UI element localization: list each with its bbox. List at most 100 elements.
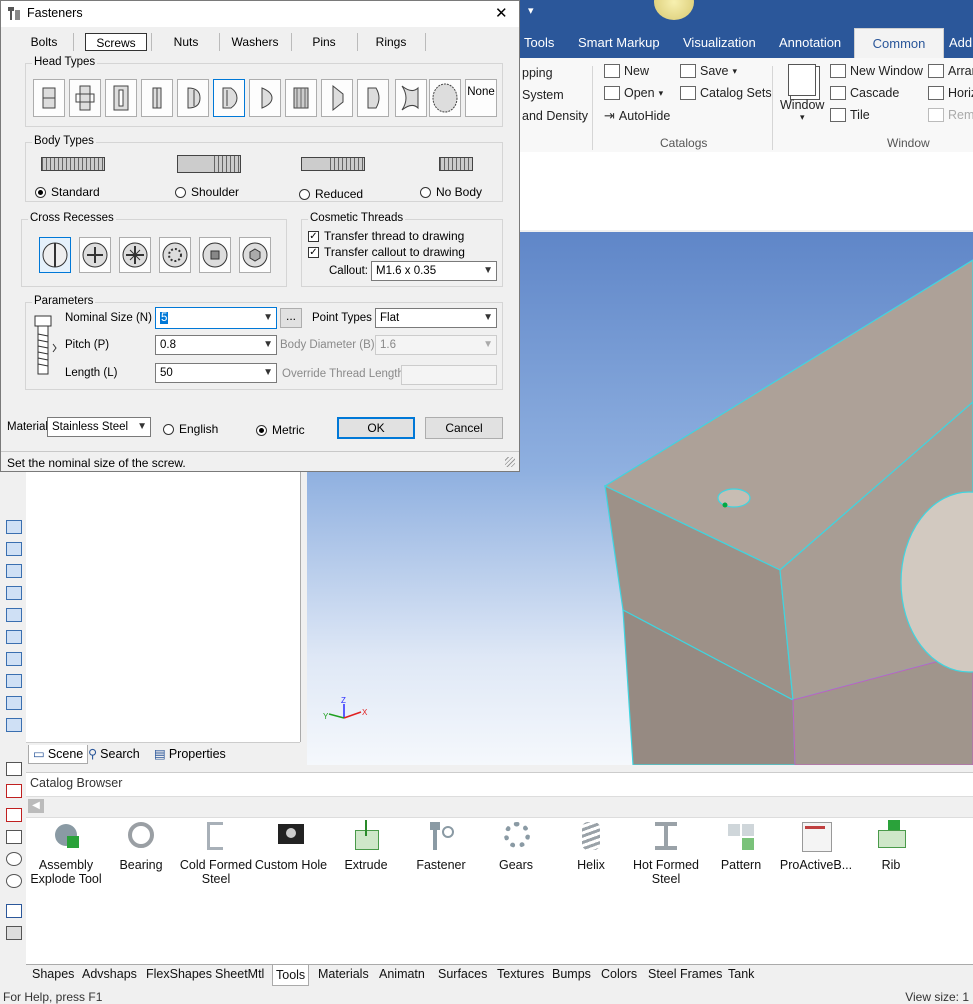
tab-search[interactable]: ⚲ Search: [88, 745, 140, 763]
view-top-icon[interactable]: [6, 608, 22, 622]
view-iso2-icon[interactable]: [6, 674, 22, 688]
ruler-icon[interactable]: [6, 926, 22, 940]
ribbon-tab-smart-markup[interactable]: Smart Markup: [574, 28, 664, 58]
head-type-socket[interactable]: [105, 79, 137, 117]
cascade-button[interactable]: Cascade: [830, 86, 899, 100]
head-type-hex[interactable]: [33, 79, 65, 117]
head-type-cheese[interactable]: [177, 79, 209, 117]
tab-washers[interactable]: Washers: [227, 33, 283, 51]
catalog-item-hot-formed-steel[interactable]: Hot Formed Steel: [629, 820, 703, 886]
remove-button[interactable]: Rem: [928, 108, 973, 122]
ribbon-item-density[interactable]: and Density: [522, 109, 588, 123]
circle-icon[interactable]: [6, 852, 22, 866]
back-arrow-icon[interactable]: ◀: [28, 799, 44, 813]
view-iso4-icon[interactable]: [6, 718, 22, 732]
catalog-item-cold-formed-steel[interactable]: Cold Formed Steel: [179, 820, 253, 886]
scene-tree-panel[interactable]: [26, 472, 301, 742]
catalog-new-button[interactable]: New: [604, 64, 649, 78]
view-back-icon[interactable]: [6, 542, 22, 556]
new-window-button[interactable]: New Window: [830, 64, 923, 78]
arrow-icon[interactable]: [6, 904, 22, 918]
snap-point-icon[interactable]: [722, 502, 728, 508]
head-type-knurled[interactable]: [285, 79, 317, 117]
head-type-wing[interactable]: [395, 79, 427, 117]
head-type-thumb[interactable]: [429, 79, 461, 117]
ribbon-item-system[interactable]: System: [522, 88, 564, 102]
measure-icon[interactable]: [6, 762, 22, 776]
transfer-thread-checkbox[interactable]: ✓ Transfer thread to drawing: [308, 229, 464, 243]
recess-hex[interactable]: [239, 237, 271, 273]
length-combo[interactable]: 50 ▼: [155, 363, 277, 383]
override-thread-length-input[interactable]: [401, 365, 497, 385]
view-iso-icon[interactable]: [6, 652, 22, 666]
transfer-callout-checkbox[interactable]: ✓ Transfer callout to drawing: [308, 245, 465, 259]
catalog-item-extrude[interactable]: Extrude: [329, 820, 403, 872]
ribbon-tab-common[interactable]: Common: [854, 28, 944, 59]
tab-textures[interactable]: Textures: [497, 967, 544, 981]
ribbon-tab-annotation[interactable]: Annotation: [775, 28, 845, 58]
tab-bumps[interactable]: Bumps: [552, 967, 591, 981]
cancel-button[interactable]: Cancel: [425, 417, 503, 439]
catalog-item-proactiveb[interactable]: ProActiveB...: [779, 820, 853, 872]
ribbon-tab-visualization[interactable]: Visualization: [679, 28, 760, 58]
tab-sheetmtl[interactable]: SheetMtl: [215, 967, 264, 981]
tab-nuts[interactable]: Nuts: [161, 33, 211, 51]
head-type-raised-countersunk[interactable]: [357, 79, 389, 117]
material-select[interactable]: Stainless Steel ▼: [47, 417, 151, 437]
head-type-pan[interactable]: [213, 79, 245, 117]
catalog-item-fastener[interactable]: Fastener: [404, 820, 478, 872]
tab-advshaps[interactable]: Advshaps: [82, 967, 137, 981]
app-orb-icon[interactable]: [654, 0, 694, 20]
tab-bolts[interactable]: Bolts: [23, 33, 65, 51]
head-type-square[interactable]: [141, 79, 173, 117]
tab-tank[interactable]: Tank: [728, 967, 754, 981]
catalog-item-bearing[interactable]: Bearing: [104, 820, 178, 872]
catalog-save-button[interactable]: Save ▾: [680, 64, 737, 78]
recess-phillips[interactable]: [79, 237, 111, 273]
catalog-item-custom-hole[interactable]: Custom Hole: [254, 820, 328, 872]
section-icon[interactable]: [6, 784, 22, 798]
tab-materials[interactable]: Materials: [318, 967, 369, 981]
head-type-flanged-hex[interactable]: [69, 79, 101, 117]
body-standard-radio[interactable]: Standard: [35, 185, 100, 199]
tab-steel-frames[interactable]: Steel Frames: [648, 967, 722, 981]
catalog-item-rib[interactable]: Rib: [854, 820, 928, 872]
ribbon-tab-add[interactable]: Add: [945, 28, 973, 58]
tab-colors[interactable]: Colors: [601, 967, 637, 981]
tab-screws[interactable]: Screws: [85, 33, 147, 51]
body-diameter-combo[interactable]: 1.6 ▼: [375, 335, 497, 355]
catalog-item-gears[interactable]: Gears: [479, 820, 553, 872]
tab-animatn[interactable]: Animatn: [379, 967, 425, 981]
catalog-item-assembly-explode[interactable]: Assembly Explode Tool: [29, 820, 103, 886]
tab-pins[interactable]: Pins: [299, 33, 349, 51]
recess-torx[interactable]: [159, 237, 191, 273]
tab-shapes[interactable]: Shapes: [32, 967, 74, 981]
window-button[interactable]: Window ▾: [780, 64, 824, 122]
catalog-item-pattern[interactable]: Pattern: [704, 820, 778, 872]
pitch-combo[interactable]: 0.8 ▼: [155, 335, 277, 355]
browse-button[interactable]: ...: [280, 308, 302, 328]
head-type-countersunk[interactable]: [321, 79, 353, 117]
head-type-round[interactable]: [249, 79, 281, 117]
angle-icon[interactable]: [6, 830, 22, 844]
callout-select[interactable]: M1.6 x 0.35 ▼: [371, 261, 497, 281]
nominal-size-combo[interactable]: 5 ▼: [155, 307, 277, 329]
recess-square[interactable]: [199, 237, 231, 273]
qat-dropdown-icon[interactable]: ▾: [528, 4, 534, 17]
resize-grip-icon[interactable]: [505, 457, 515, 467]
units-english-radio[interactable]: English: [163, 422, 218, 436]
ribbon-item-mapping[interactable]: pping: [522, 66, 553, 80]
units-metric-radio[interactable]: Metric: [256, 423, 305, 437]
rotate-icon[interactable]: [6, 874, 22, 888]
catalog-autohide-button[interactable]: ⇥ AutoHide: [604, 108, 670, 124]
tab-rings[interactable]: Rings: [365, 33, 417, 51]
catalog-open-button[interactable]: Open ▾: [604, 86, 663, 100]
view-bottom-icon[interactable]: [6, 630, 22, 644]
view-left-icon[interactable]: [6, 564, 22, 578]
tab-tools[interactable]: Tools: [272, 965, 310, 986]
head-type-none[interactable]: None: [465, 79, 497, 117]
recess-pozidriv[interactable]: [119, 237, 151, 273]
body-shoulder-radio[interactable]: Shoulder: [175, 185, 239, 199]
view-front-icon[interactable]: [6, 520, 22, 534]
tile-button[interactable]: Tile: [830, 108, 870, 122]
